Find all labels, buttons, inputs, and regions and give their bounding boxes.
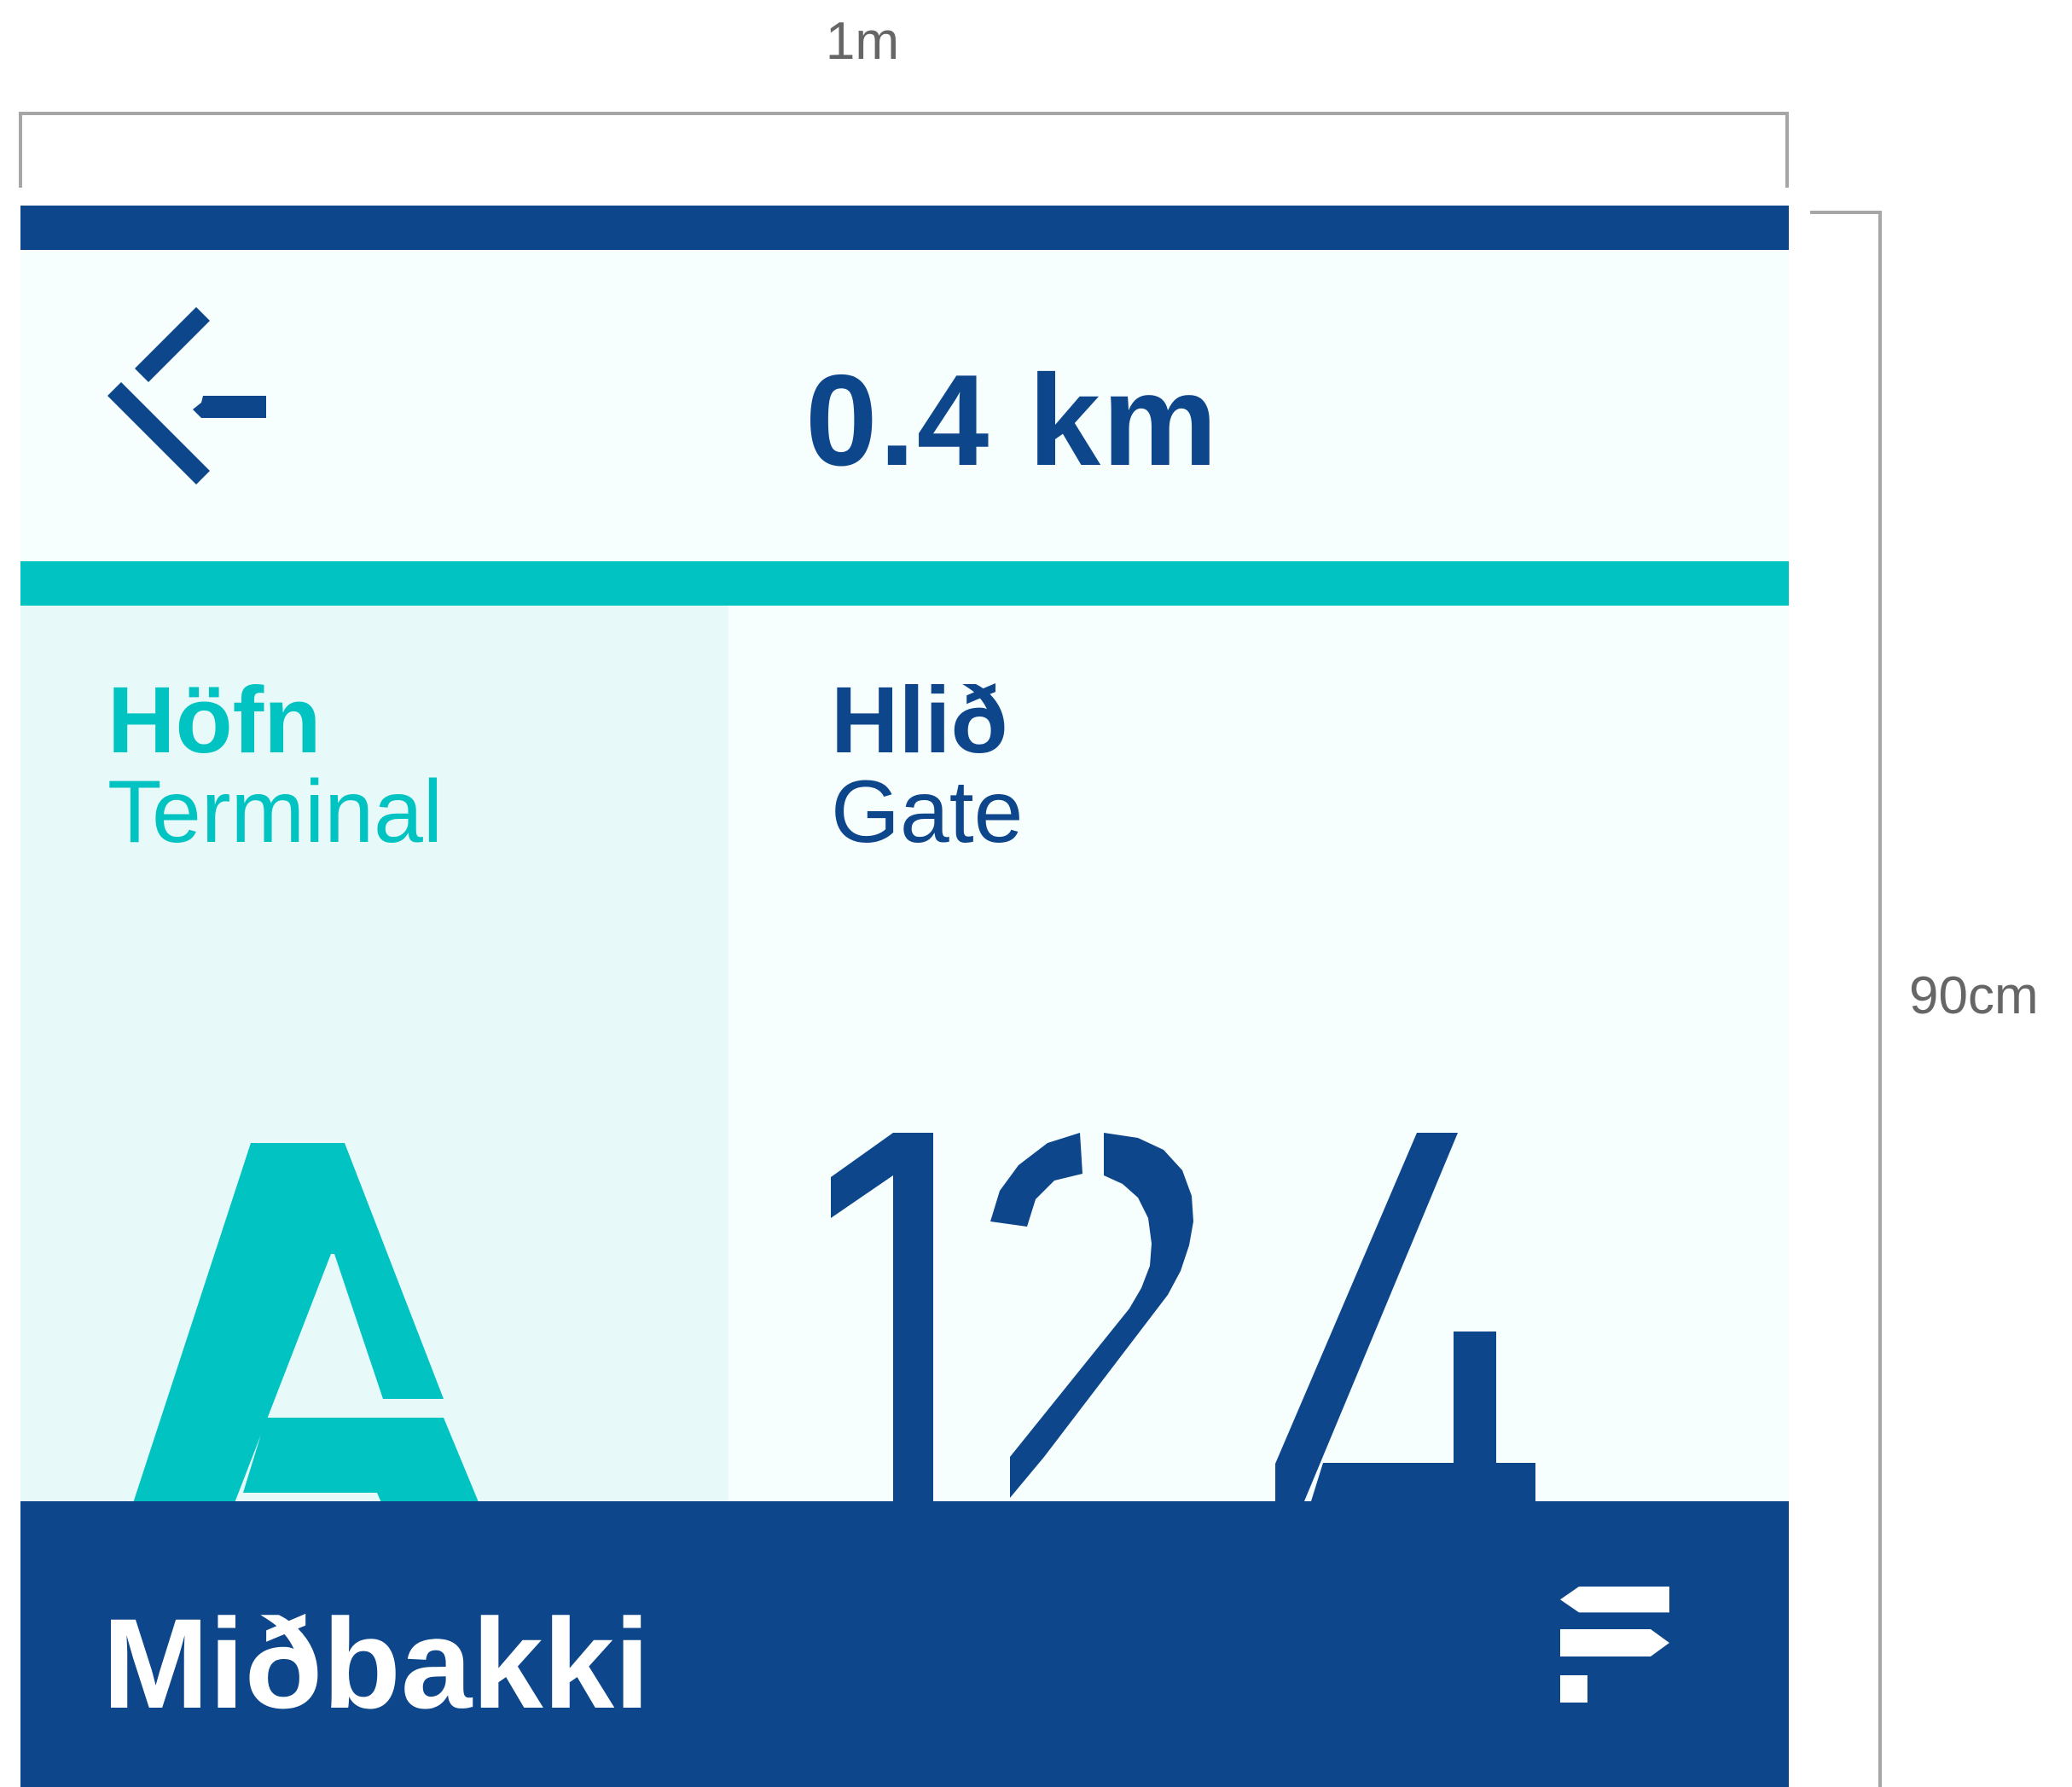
gate-label-english: Gate xyxy=(831,763,1024,862)
left-arrow-icon xyxy=(107,307,266,484)
destination-bar: Miðbakki xyxy=(20,1501,1789,1787)
terminal-panel: Höfn Terminal A xyxy=(20,606,728,1587)
terminal-label-icelandic: Höfn xyxy=(107,668,322,773)
destination-label: Miðbakki xyxy=(102,1592,650,1735)
gate-label-icelandic: Hlið xyxy=(831,668,1008,773)
signpost-icon xyxy=(1560,1587,1669,1703)
width-dimension-bracket xyxy=(19,112,1789,188)
terminal-letter-text: A xyxy=(106,1143,115,1146)
gate-number-text: 124 xyxy=(831,1133,854,1136)
top-accent-bar xyxy=(20,206,1789,250)
height-dimension-label: 90cm xyxy=(1909,966,2039,1025)
distance-row: 0.4 km xyxy=(20,250,1789,561)
terminal-label-english: Terminal xyxy=(107,763,443,862)
gate-panel: Hlið Gate 124 xyxy=(728,606,1789,1576)
height-dimension-bracket xyxy=(1810,211,1882,1787)
teal-divider-bar xyxy=(20,561,1789,606)
width-dimension-label: 1m xyxy=(825,12,900,71)
wayfinding-sign: 0.4 km Höfn Terminal A Hlið Gate 124 Mið… xyxy=(20,206,1789,1787)
distance-value: 0.4 km xyxy=(805,348,1220,493)
